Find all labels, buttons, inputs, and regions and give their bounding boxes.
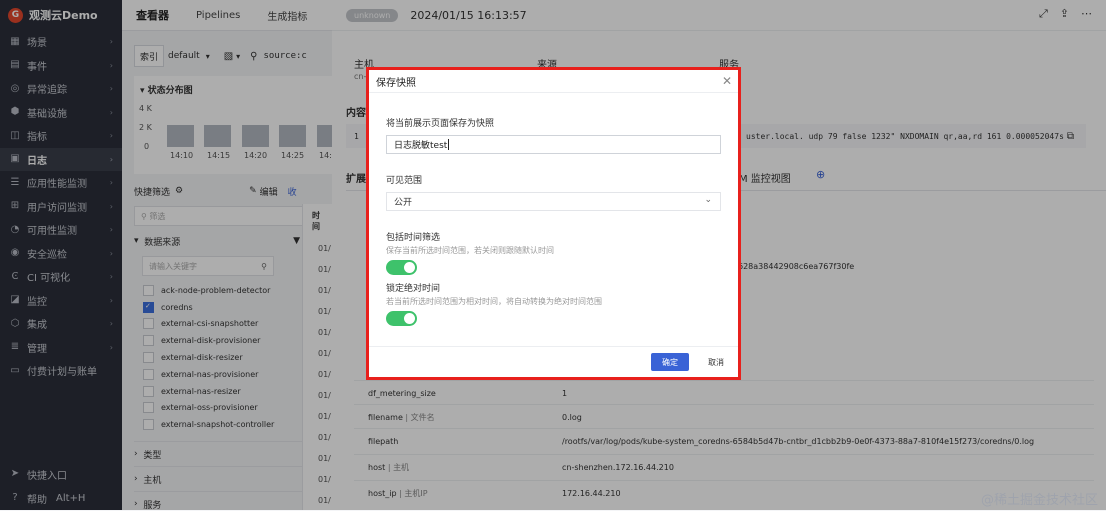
close-icon[interactable]: ✕ [722,74,732,88]
snapshot-name-label: 将当前展示页面保存为快照 [386,119,495,129]
lock-time-label: 锁定绝对时间 [386,284,441,294]
time-filter-label: 包括时间筛选 [386,233,441,243]
time-filter-hint: 保存当前所选时间范围，若关闭则跟随默认时间 [386,246,554,255]
toggle-knob [404,262,415,273]
chevron-down-icon: ⌄ [704,195,712,205]
visibility-select[interactable]: 公开 ⌄ [386,192,721,211]
lock-time-toggle[interactable] [386,311,417,326]
dialog-footer: 确定 取消 [369,346,738,377]
cancel-button[interactable]: 取消 [699,353,733,371]
save-snapshot-dialog: 保存快照 ✕ 将当前展示页面保存为快照 日志脱敏test 可见范围 公开 ⌄ 包括… [369,70,738,377]
dialog-title: 保存快照 [369,70,738,93]
toggle-knob [404,313,415,324]
snapshot-name-input[interactable]: 日志脱敏test [386,135,721,154]
time-filter-toggle[interactable] [386,260,417,275]
watermark: @稀土掘金技术社区 [980,493,1098,508]
text-cursor [448,139,450,150]
confirm-button[interactable]: 确定 [651,353,689,371]
lock-time-hint: 若当前所选时间范围为相对时间，将自动转换为绝对时间范围 [386,297,602,306]
visibility-label: 可见范围 [386,176,423,186]
